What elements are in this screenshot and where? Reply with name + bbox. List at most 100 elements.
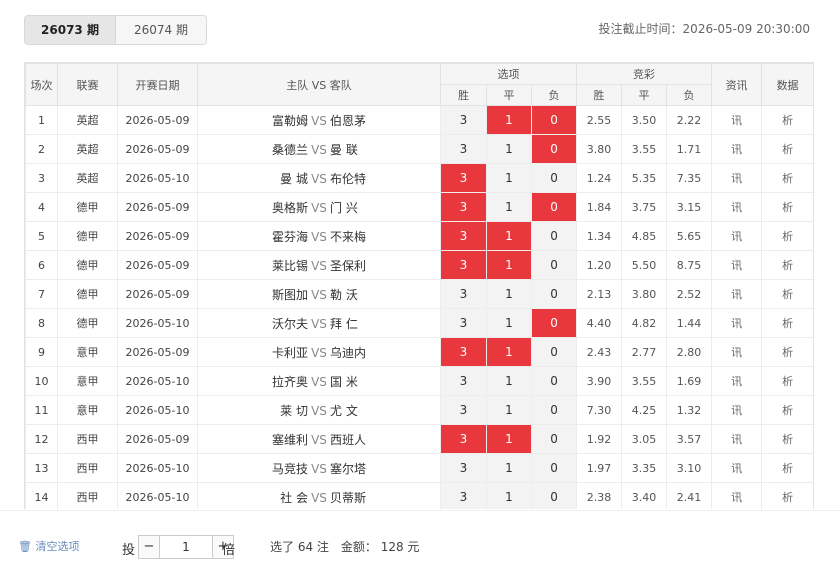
option-lose-button[interactable]: 0 [530, 134, 578, 164]
news-link[interactable]: 讯 [711, 105, 763, 135]
row-match: 曼 城 VS 布伦特 [197, 163, 441, 193]
row-num: 14 [25, 482, 58, 509]
option-win-button[interactable]: 3 [440, 279, 487, 309]
option-win-button[interactable]: 3 [440, 453, 487, 483]
analysis-link[interactable]: 析 [761, 105, 813, 135]
news-link[interactable]: 讯 [711, 163, 763, 193]
option-win-button[interactable]: 3 [440, 308, 487, 338]
row-date: 2026-05-10 [117, 163, 198, 193]
option-lose-button[interactable]: 0 [530, 221, 578, 251]
news-link[interactable]: 讯 [711, 395, 763, 425]
option-win-button[interactable]: 3 [440, 424, 487, 454]
option-lose-button[interactable]: 0 [530, 482, 578, 509]
table-row: 1 英超 2026-05-09 富勒姆 VS 伯恩茅 3 1 0 2.55 3.50 2.22 讯析 [25, 105, 813, 135]
news-link[interactable]: 讯 [711, 221, 763, 251]
option-lose-button[interactable]: 0 [530, 105, 578, 135]
news-link[interactable]: 讯 [711, 337, 763, 367]
analysis-link[interactable]: 析 [761, 453, 813, 483]
vs-label: VS [311, 490, 327, 505]
analysis-link[interactable]: 析 [761, 221, 813, 251]
analysis-link[interactable]: 析 [761, 424, 813, 454]
option-win-button[interactable]: 3 [440, 250, 487, 280]
option-draw-button[interactable]: 1 [486, 482, 532, 509]
bei-label: 倍 [222, 543, 236, 558]
option-lose-button[interactable]: 0 [530, 395, 578, 425]
analysis-link[interactable]: 析 [761, 482, 813, 509]
odds-draw: 4.25 [621, 395, 668, 425]
option-lose-button[interactable]: 0 [530, 279, 578, 309]
option-win-button[interactable]: 3 [440, 366, 487, 396]
row-league: 德甲 [57, 308, 118, 338]
news-link[interactable]: 讯 [711, 279, 763, 309]
analysis-link[interactable]: 析 [761, 308, 813, 338]
option-draw-button[interactable]: 1 [486, 250, 532, 280]
option-draw-button[interactable]: 1 [486, 279, 532, 309]
option-win-button[interactable]: 3 [440, 105, 487, 135]
option-lose-button[interactable]: 0 [530, 453, 578, 483]
row-num: 1 [25, 105, 58, 135]
option-lose-button[interactable]: 0 [530, 424, 578, 454]
news-link[interactable]: 讯 [711, 250, 763, 280]
option-draw-button[interactable]: 1 [486, 424, 532, 454]
option-win-button[interactable]: 3 [440, 395, 487, 425]
option-draw-button[interactable]: 1 [486, 337, 532, 367]
option-draw-button[interactable]: 1 [486, 134, 532, 164]
tab-26073[interactable]: 26073 期 [25, 16, 115, 44]
news-link[interactable]: 讯 [711, 134, 763, 164]
option-draw-button[interactable]: 1 [486, 221, 532, 251]
option-draw-button[interactable]: 1 [486, 163, 532, 193]
analysis-link[interactable]: 析 [761, 337, 813, 367]
analysis-link[interactable]: 析 [761, 366, 813, 396]
option-win-button[interactable]: 3 [440, 192, 487, 222]
news-link[interactable]: 讯 [711, 192, 763, 222]
table-row: 7 德甲 2026-05-09 斯图加 VS 勒 沃 3 1 0 2.13 3.80 2.52 讯析 [25, 279, 813, 309]
row-num: 11 [25, 395, 58, 425]
analysis-link[interactable]: 析 [761, 395, 813, 425]
option-draw-button[interactable]: 1 [486, 453, 532, 483]
option-win-button[interactable]: 3 [440, 482, 487, 509]
option-draw-button[interactable]: 1 [486, 366, 532, 396]
row-date: 2026-05-09 [117, 424, 198, 454]
multiplier-input[interactable]: 1 [159, 536, 213, 558]
header-opt-win: 胜 [440, 84, 487, 106]
option-lose-button[interactable]: 0 [530, 250, 578, 280]
away-team: 勒 沃 [330, 287, 358, 302]
news-link[interactable]: 讯 [711, 482, 763, 509]
header-num: 场次 [25, 63, 58, 106]
option-draw-button[interactable]: 1 [486, 395, 532, 425]
option-draw-button[interactable]: 1 [486, 192, 532, 222]
tab-26074[interactable]: 26074 期 [115, 16, 206, 44]
news-link[interactable]: 讯 [711, 424, 763, 454]
vs-label: VS [311, 374, 327, 389]
option-lose-button[interactable]: 0 [530, 308, 578, 338]
option-win-button[interactable]: 3 [440, 163, 487, 193]
option-win-button[interactable]: 3 [440, 337, 487, 367]
header-odds-win: 胜 [576, 84, 623, 106]
news-link[interactable]: 讯 [711, 366, 763, 396]
analysis-link[interactable]: 析 [761, 134, 813, 164]
news-link[interactable]: 讯 [711, 453, 763, 483]
option-draw-button[interactable]: 1 [486, 105, 532, 135]
option-win-button[interactable]: 3 [440, 134, 487, 164]
issue-tabs: 26073 期 26074 期 [24, 15, 207, 45]
option-draw-button[interactable]: 1 [486, 308, 532, 338]
news-link[interactable]: 讯 [711, 308, 763, 338]
analysis-link[interactable]: 析 [761, 192, 813, 222]
analysis-link[interactable]: 析 [761, 279, 813, 309]
clear-options-button[interactable]: 🗑 清空选项 [18, 538, 79, 554]
analysis-link[interactable]: 析 [761, 163, 813, 193]
row-match: 马竞技 VS 塞尔塔 [197, 453, 441, 483]
vs-label: VS [311, 113, 327, 128]
analysis-link[interactable]: 析 [761, 250, 813, 280]
option-lose-button[interactable]: 0 [530, 366, 578, 396]
option-lose-button[interactable]: 0 [530, 337, 578, 367]
row-date: 2026-05-09 [117, 250, 198, 280]
row-num: 2 [25, 134, 58, 164]
option-lose-button[interactable]: 0 [530, 163, 578, 193]
row-num: 3 [25, 163, 58, 193]
away-team: 圣保利 [330, 258, 367, 273]
option-win-button[interactable]: 3 [440, 221, 487, 251]
row-match: 富勒姆 VS 伯恩茅 [197, 105, 441, 135]
decrease-button[interactable]: − [139, 536, 159, 558]
option-lose-button[interactable]: 0 [530, 192, 578, 222]
